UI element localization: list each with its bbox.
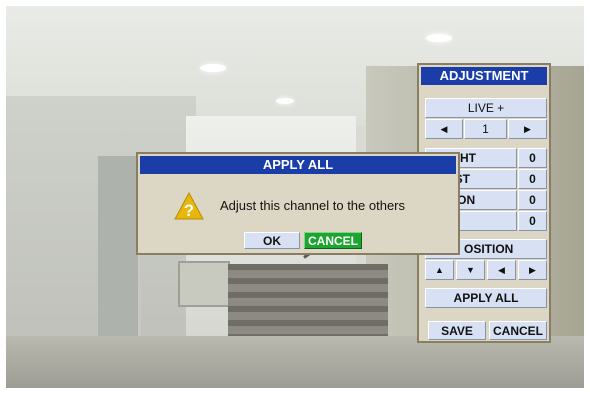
right-arrow-icon: ▶	[529, 265, 536, 275]
brightness-value[interactable]: 0	[518, 148, 547, 168]
channel-prev-button[interactable]: ◀	[425, 119, 463, 139]
contrast-value[interactable]: 0	[518, 169, 547, 189]
position-right-button[interactable]: ▶	[518, 260, 547, 280]
apply-all-button[interactable]: APPLY ALL	[425, 288, 547, 308]
apply-all-dialog: APPLY ALL ? Adjust this channel to the o…	[136, 152, 460, 255]
svg-text:?: ?	[184, 201, 194, 220]
adjustment-title: ADJUSTMENT	[421, 67, 547, 85]
feed-wall-panel	[178, 261, 230, 307]
dialog-message: Adjust this channel to the others	[220, 198, 406, 213]
save-button[interactable]: SAVE	[428, 321, 486, 340]
down-arrow-icon: ▼	[466, 265, 475, 275]
hue-value[interactable]: 0	[518, 211, 547, 231]
feed-floor	[6, 336, 584, 388]
position-up-button[interactable]: ▲	[425, 260, 454, 280]
channel-value: 1	[464, 119, 507, 139]
ceiling-light	[426, 34, 452, 42]
position-down-button[interactable]: ▼	[456, 260, 485, 280]
dialog-cancel-button[interactable]: CANCEL	[304, 232, 362, 249]
dialog-ok-button[interactable]: OK	[244, 232, 300, 249]
dialog-title: APPLY ALL	[140, 156, 456, 174]
right-arrow-icon: ▶	[524, 124, 531, 134]
cancel-button[interactable]: CANCEL	[489, 321, 547, 340]
channel-next-button[interactable]: ▶	[508, 119, 547, 139]
live-mode-button[interactable]: LIVE +	[425, 98, 547, 118]
left-arrow-icon: ◀	[440, 124, 448, 134]
ceiling-light	[276, 98, 294, 104]
up-arrow-icon: ▲	[435, 265, 444, 275]
feed-doorway	[98, 156, 141, 346]
left-arrow-icon: ◀	[498, 265, 505, 275]
ceiling-light	[200, 64, 226, 72]
position-left-button[interactable]: ◀	[487, 260, 516, 280]
saturation-value[interactable]: 0	[518, 190, 547, 210]
warning-question-icon: ?	[174, 192, 204, 220]
